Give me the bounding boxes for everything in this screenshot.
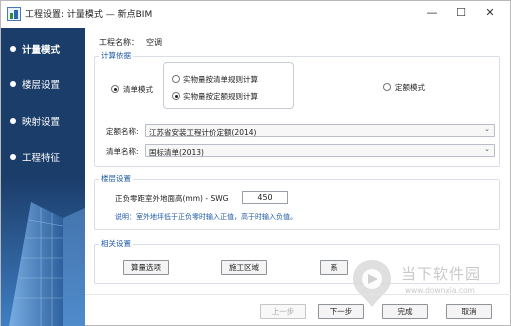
bullet-icon bbox=[10, 81, 16, 87]
group-title: 相关设置 bbox=[99, 238, 133, 249]
project-name-label: 工程名称： bbox=[99, 38, 139, 47]
project-settings-window: 工程设置: 计量模式 — 新点BIM — ☐ ✕ 计量模式 楼层设置 映射设置 … bbox=[0, 0, 511, 326]
close-icon[interactable]: ✕ bbox=[479, 4, 501, 22]
third-settings-button[interactable]: 系 bbox=[320, 260, 348, 275]
calc-basis-group: 计算依据 清单模式 实物量按清单规则计算 实物量按定额规则计算 定额模式 定额名… bbox=[94, 50, 500, 167]
bullet-icon bbox=[10, 118, 16, 124]
quota-mode-radio[interactable] bbox=[383, 83, 391, 91]
cancel-button[interactable]: 取消 bbox=[446, 304, 492, 319]
bullet-icon bbox=[10, 46, 16, 52]
project-name-value: 空调 bbox=[146, 38, 162, 47]
sidebar-item-floor-settings[interactable]: 楼层设置 bbox=[1, 72, 85, 96]
list-rule-label[interactable]: 实物量按清单规则计算 bbox=[183, 74, 258, 85]
quota-name-label: 定额名称: bbox=[106, 127, 139, 136]
chevron-down-icon: ⌄ bbox=[484, 145, 490, 153]
quota-mode-label[interactable]: 定额模式 bbox=[395, 82, 425, 93]
quota-rule-radio[interactable] bbox=[172, 92, 180, 100]
title-bar: 工程设置: 计量模式 — 新点BIM — ☐ ✕ bbox=[1, 1, 510, 27]
list-rule-radio[interactable] bbox=[172, 75, 180, 83]
quota-rule-label[interactable]: 实物量按定额规则计算 bbox=[183, 91, 258, 102]
chevron-down-icon: ⌄ bbox=[484, 125, 490, 133]
group-title: 计算依据 bbox=[99, 50, 133, 61]
minimize-icon[interactable]: — bbox=[421, 4, 443, 22]
sidebar-item-measure-mode[interactable]: 计量模式 bbox=[1, 37, 85, 61]
app-icon bbox=[7, 7, 21, 21]
floor-settings-note: 说明：室外地坪低于正负零时输入正值，高于时输入负值。 bbox=[115, 213, 297, 221]
quota-name-select[interactable]: 江苏省安装工程计价定额(2014) ⌄ bbox=[145, 124, 495, 137]
sidebar-item-project-features[interactable]: 工程特征 bbox=[1, 145, 85, 169]
building-illustration bbox=[1, 178, 85, 326]
ground-height-input[interactable]: 450 bbox=[242, 191, 288, 204]
list-mode-radio[interactable] bbox=[111, 85, 119, 93]
sidebar-item-label: 计量模式 bbox=[22, 45, 61, 56]
sidebar-item-label: 工程特征 bbox=[22, 153, 61, 164]
group-title: 楼层设置 bbox=[99, 173, 133, 184]
list-name-value: 国标清单(2013) bbox=[149, 147, 204, 157]
ground-height-label: 正负零距室外地面高(mm) - SWG bbox=[115, 194, 229, 203]
bullet-icon bbox=[10, 154, 16, 160]
watermark-logo bbox=[353, 260, 391, 307]
prev-step-button[interactable]: 上一步 bbox=[260, 304, 306, 319]
sidebar: 计量模式 楼层设置 映射设置 工程特征 bbox=[1, 28, 85, 326]
calc-options-button[interactable]: 算量选项 bbox=[123, 260, 169, 275]
window-title: 工程设置: 计量模式 — 新点BIM bbox=[25, 10, 153, 20]
watermark-text: 当下软件园 bbox=[401, 265, 482, 283]
floor-settings-group: 楼层设置 正负零距室外地面高(mm) - SWG 450 说明：室外地坪低于正负… bbox=[94, 173, 500, 230]
footer-divider bbox=[85, 294, 511, 295]
construction-zone-button[interactable]: 施工区域 bbox=[221, 260, 267, 275]
quota-name-value: 江苏省安装工程计价定额(2014) bbox=[149, 127, 257, 137]
sidebar-item-label: 楼层设置 bbox=[22, 80, 61, 91]
sidebar-item-mapping-settings[interactable]: 映射设置 bbox=[1, 109, 85, 133]
list-mode-label[interactable]: 清单模式 bbox=[123, 84, 153, 95]
list-name-select[interactable]: 国标清单(2013) ⌄ bbox=[145, 144, 495, 157]
sidebar-item-label: 映射设置 bbox=[22, 117, 61, 128]
list-name-label: 清单名称: bbox=[106, 147, 139, 156]
maximize-icon[interactable]: ☐ bbox=[450, 4, 472, 22]
finish-button[interactable]: 完成 bbox=[382, 304, 428, 319]
rule-options-box: 实物量按清单规则计算 实物量按定额规则计算 bbox=[163, 62, 294, 109]
next-step-button[interactable]: 下一步 bbox=[318, 304, 364, 319]
